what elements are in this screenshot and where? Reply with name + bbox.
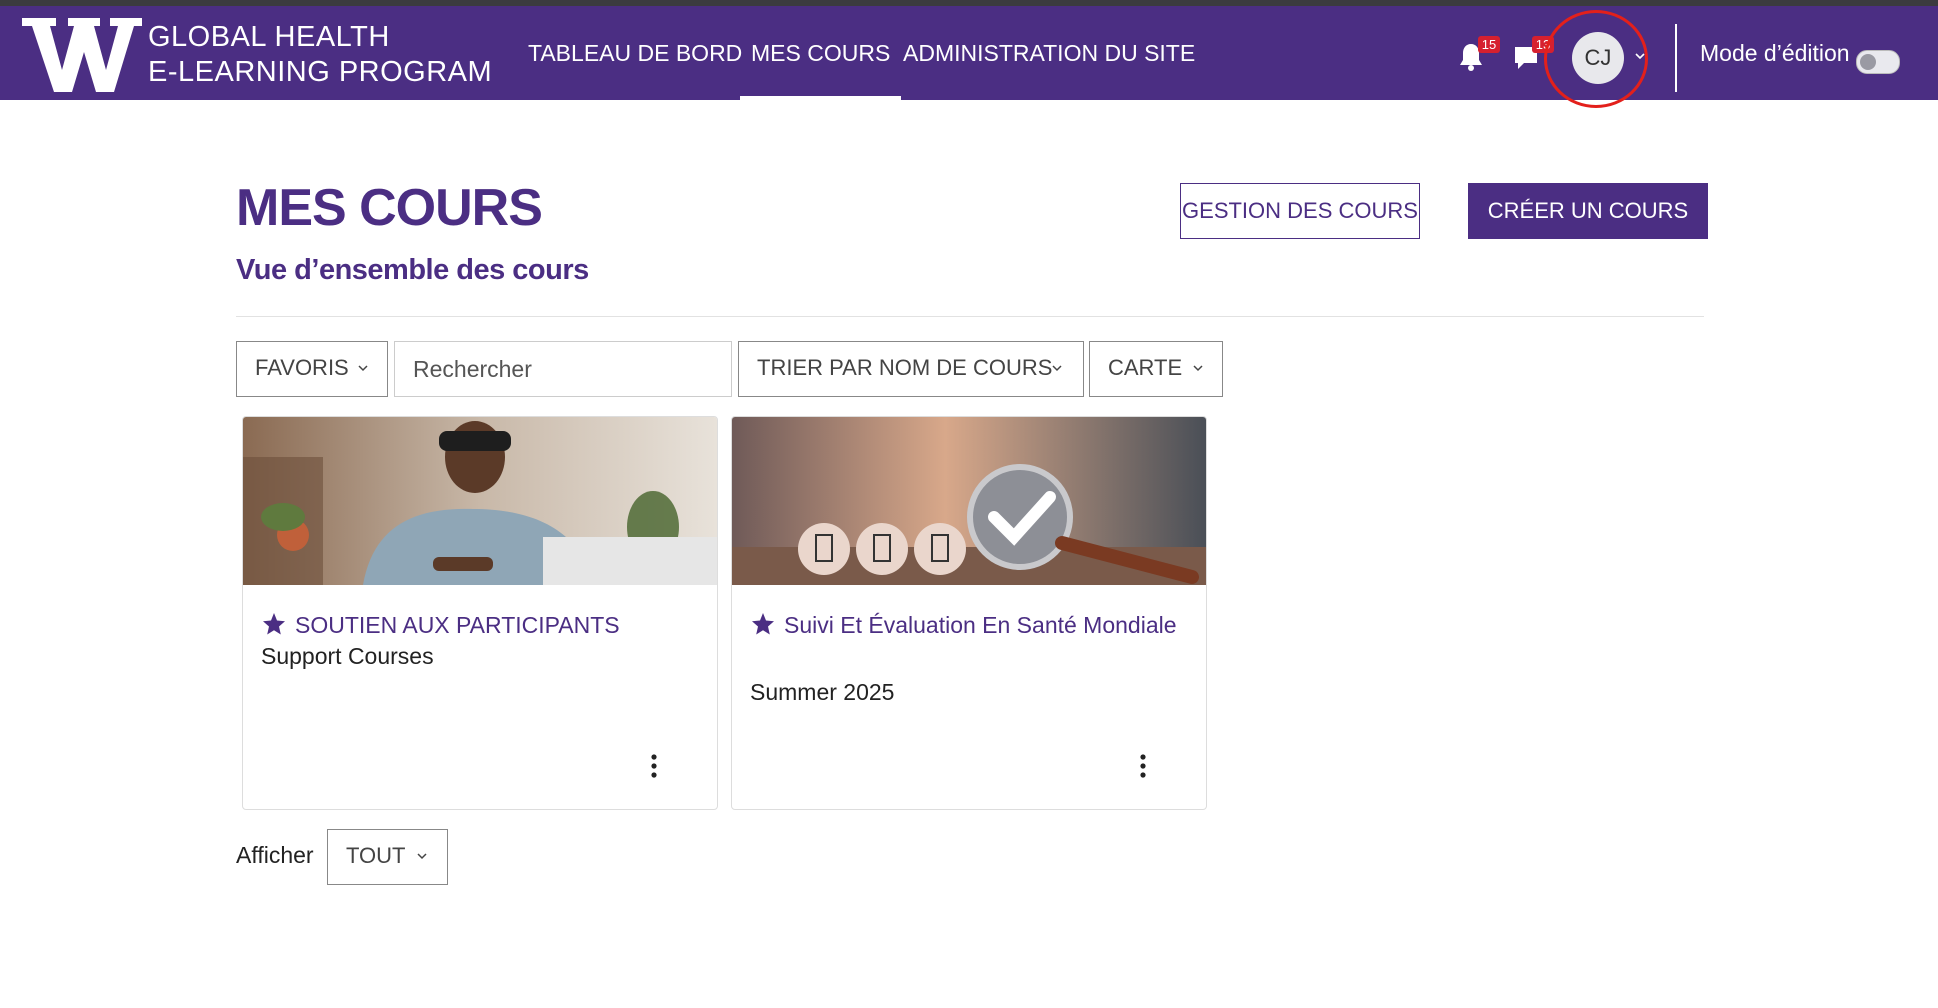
star-favorite-icon[interactable] <box>261 612 287 636</box>
grouping-select-value: FAVORIS <box>255 355 349 380</box>
show-count-label: Afficher <box>236 842 314 868</box>
search-input[interactable] <box>394 341 732 397</box>
course-category: Support Courses <box>261 643 434 669</box>
site-name-line2: E-LEARNING PROGRAM <box>148 56 493 88</box>
avatar-highlight-ring <box>1544 10 1648 108</box>
course-card: Suivi Et Évaluation En Santé Mondiale Su… <box>731 416 1207 810</box>
edit-mode-label: Mode d’édition <box>1700 40 1850 66</box>
notifications-button[interactable]: 15 <box>1458 36 1500 74</box>
chevron-down-icon <box>1052 365 1062 372</box>
chevron-down-icon <box>1193 365 1203 372</box>
edit-mode-toggle[interactable] <box>1856 50 1900 74</box>
notifications-badge: 15 <box>1478 36 1500 53</box>
page-subtitle: Vue d’ensemble des cours <box>236 254 589 286</box>
course-title-link[interactable]: SOUTIEN AUX PARTICIPANTS <box>261 607 691 643</box>
course-image-magnifier-checklist[interactable] <box>732 417 1206 585</box>
site-name-line1: GLOBAL HEALTH <box>148 21 390 53</box>
uw-logo-icon[interactable] <box>22 14 142 94</box>
site-name[interactable]: GLOBAL HEALTH E-LEARNING PROGRAM <box>148 20 492 90</box>
show-count-value: TOUT <box>346 843 406 868</box>
course-title-link[interactable]: Suivi Et Évaluation En Santé Mondiale <box>750 607 1180 643</box>
course-actions-kebab-icon[interactable] <box>647 751 661 781</box>
course-title: SOUTIEN AUX PARTICIPANTS <box>295 612 620 638</box>
course-title: Suivi Et Évaluation En Santé Mondiale <box>784 612 1177 638</box>
edit-mode-toggle-knob <box>1860 54 1876 70</box>
page-title: MES COURS <box>236 179 543 237</box>
chevron-down-icon <box>417 853 427 860</box>
view-select[interactable]: CARTE <box>1089 341 1223 397</box>
star-favorite-icon[interactable] <box>750 612 776 636</box>
create-course-button[interactable]: CRÉER UN COURS <box>1468 183 1708 239</box>
section-divider <box>236 316 1704 317</box>
manage-courses-button[interactable]: GESTION DES COURS <box>1180 183 1420 239</box>
nav-my-courses[interactable]: MES COURS <box>739 6 902 100</box>
navbar-divider <box>1675 24 1677 92</box>
top-navbar: GLOBAL HEALTH E-LEARNING PROGRAM TABLEAU… <box>0 6 1938 108</box>
nav-dashboard[interactable]: TABLEAU DE BORD <box>528 6 742 100</box>
sort-select-value: TRIER PAR NOM DE COURS <box>757 355 1053 380</box>
course-category: Summer 2025 <box>750 679 895 705</box>
course-card: SOUTIEN AUX PARTICIPANTS Support Courses <box>242 416 718 810</box>
grouping-select[interactable]: FAVORIS <box>236 341 388 397</box>
view-select-value: CARTE <box>1108 355 1183 380</box>
show-count-select[interactable]: TOUT <box>327 829 448 885</box>
course-actions-kebab-icon[interactable] <box>1136 751 1150 781</box>
course-image-student-laptop[interactable] <box>243 417 717 585</box>
nav-site-admin[interactable]: ADMINISTRATION DU SITE <box>903 6 1195 100</box>
messages-button[interactable]: 13 <box>1512 36 1554 74</box>
chevron-down-icon <box>358 365 368 372</box>
sort-select[interactable]: TRIER PAR NOM DE COURS <box>738 341 1084 397</box>
